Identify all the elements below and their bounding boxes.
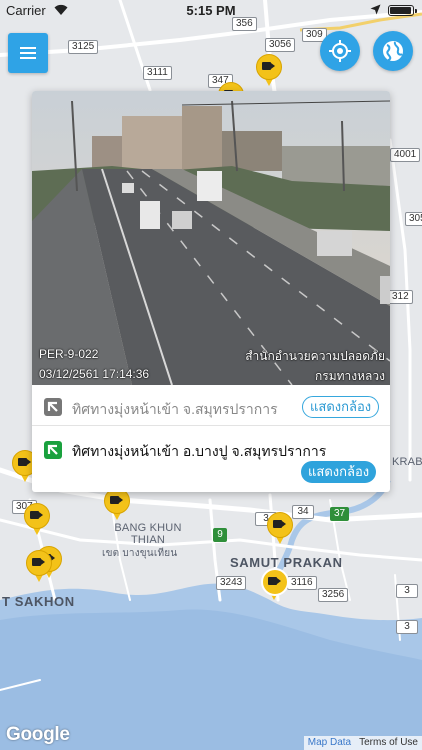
place-label-samut-sakhon: T SAKHON	[2, 594, 75, 609]
battery-icon	[388, 5, 417, 16]
place-label-bang-khun-thian-thai: เขต บางขุนเทียน	[102, 548, 178, 559]
direction-arrow-icon	[44, 398, 62, 416]
expressway-badge: 9	[213, 528, 227, 542]
direction-arrow-icon	[44, 441, 62, 459]
camera-pin[interactable]	[24, 503, 50, 537]
route-shield: 3116	[287, 576, 317, 590]
direction-row[interactable]: ทิศทางมุ่งหน้าเข้า จ.สมุทรปราการ แสดงกล้…	[32, 393, 390, 421]
show-camera-button[interactable]: แสดงกล้อง	[301, 461, 377, 483]
direction-label: ทิศทางมุ่งหน้าเข้า อ.บางปู จ.สมุทรปราการ	[72, 443, 327, 459]
direction-label: ทิศทางมุ่งหน้าเข้า จ.สมุทรปราการ	[72, 401, 278, 417]
camera-snapshot[interactable]: PER-9-022 03/12/2561 17:14:36 สำนักอำนวย…	[32, 91, 390, 385]
route-shield: 3111	[143, 66, 172, 80]
route-shield: 3125	[68, 40, 99, 54]
route-shield: 3256	[318, 588, 349, 602]
place-label-krabang: KRABAN	[392, 456, 422, 468]
google-logo: Google	[6, 724, 70, 745]
direction-row-active[interactable]: ทิศทางมุ่งหน้าเข้า อ.บางปู จ.สมุทรปราการ…	[32, 437, 390, 487]
camera-snapshot-image	[32, 91, 390, 385]
route-shield: 3056	[265, 38, 296, 52]
route-shield: 312	[388, 290, 413, 304]
divider	[32, 425, 390, 426]
camera-pin[interactable]	[26, 550, 52, 584]
show-camera-button[interactable]: แสดงกล้อง	[302, 396, 380, 418]
route-shield: 305	[405, 212, 422, 226]
clock: 5:15 PM	[186, 3, 236, 18]
agency-line-2: กรมทางหลวง	[315, 369, 385, 383]
location-arrow-icon	[370, 4, 381, 15]
camera-timestamp: 03/12/2561 17:14:36	[39, 367, 150, 381]
place-label-bang-khun-thian: BANG KHUN THIAN	[114, 522, 182, 546]
camera-pin[interactable]	[267, 512, 293, 546]
route-shield: 34	[292, 505, 314, 519]
map-data-link[interactable]: Map Data	[304, 736, 355, 750]
camera-popup: PER-9-022 03/12/2561 17:14:36 สำนักอำนวย…	[32, 91, 390, 492]
camera-pin-selected[interactable]	[261, 568, 289, 602]
route-shield: 4001	[390, 148, 421, 162]
status-bar: Carrier 5:15 PM	[0, 0, 422, 20]
agency-line-1: สำนักอำนวยความปลอดภัย	[245, 349, 385, 363]
menu-button[interactable]	[8, 33, 48, 73]
gps-target-icon	[329, 40, 351, 62]
locate-me-button[interactable]	[320, 31, 360, 71]
globe-icon	[383, 41, 403, 61]
terms-of-use-link[interactable]: Terms of Use	[355, 736, 422, 750]
expressway-badge: 37	[330, 507, 350, 521]
route-shield: 3243	[216, 576, 247, 590]
route-shield: 3	[396, 620, 418, 634]
map-attribution: Map Data Terms of Use	[303, 736, 422, 750]
camera-pin[interactable]	[256, 54, 282, 88]
globe-button[interactable]	[373, 31, 413, 71]
route-shield: 3	[396, 584, 418, 598]
camera-id: PER-9-022	[39, 347, 99, 361]
camera-pin[interactable]	[104, 488, 130, 522]
